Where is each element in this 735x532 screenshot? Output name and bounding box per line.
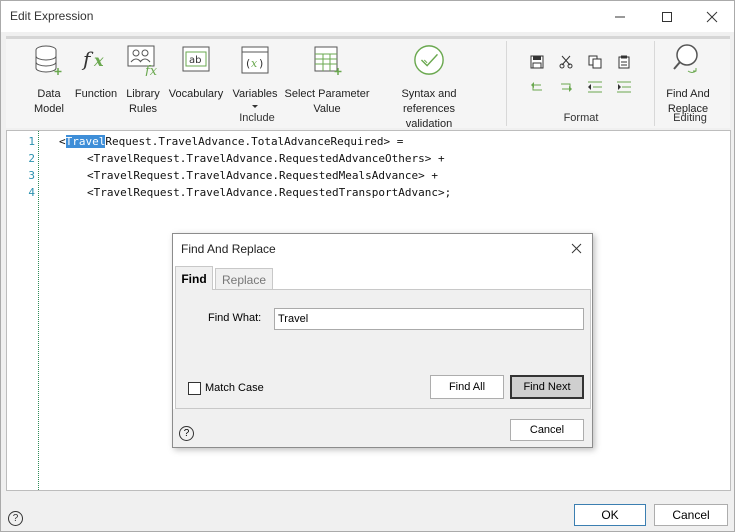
close-icon bbox=[706, 11, 717, 22]
ok-button[interactable]: OK bbox=[574, 504, 646, 526]
editing-group-label: Editing bbox=[673, 112, 707, 124]
include-group: Data Model f x Function fx Library Rules… bbox=[6, 39, 503, 130]
code-text: Request.TravelAdvance.TotalAdvanceRequir… bbox=[105, 135, 404, 148]
find-what-input[interactable] bbox=[274, 308, 584, 330]
editing-group: Find And Replace Editing bbox=[655, 39, 727, 128]
code-line: <TravelRequest.TravelAdvance.TotalAdvanc… bbox=[59, 135, 403, 148]
data-model-button[interactable]: Data Model bbox=[31, 43, 67, 117]
find-all-button[interactable]: Find All bbox=[430, 375, 504, 399]
dropdown-arrow-icon bbox=[252, 105, 258, 108]
format-group: Format bbox=[507, 39, 653, 128]
match-case-label: Match Case bbox=[205, 382, 264, 394]
redo-icon[interactable] bbox=[556, 78, 576, 96]
syntax-validation-button[interactable]: Syntax and references validation bbox=[374, 43, 484, 132]
library-rules-label: Library Rules bbox=[126, 88, 160, 115]
checkmark-circle-icon bbox=[413, 43, 445, 77]
syntax-validation-label: Syntax and references validation bbox=[401, 88, 457, 130]
close-button[interactable] bbox=[689, 1, 734, 32]
help-icon[interactable]: ? bbox=[179, 426, 194, 441]
tab-find[interactable]: Find bbox=[175, 266, 213, 290]
code-line: <TravelRequest.TravelAdvance.RequestedTr… bbox=[87, 186, 452, 199]
magnifier-icon bbox=[672, 43, 704, 77]
ribbon-toolbar: Data Model f x Function fx Library Rules… bbox=[6, 36, 730, 130]
minimize-button[interactable] bbox=[597, 1, 642, 32]
search-highlight: Travel bbox=[65, 135, 106, 148]
include-group-label: Include bbox=[239, 112, 275, 124]
line-number: 2 bbox=[28, 152, 35, 165]
copy-icon[interactable] bbox=[585, 53, 605, 71]
parameter-grid-icon bbox=[311, 43, 343, 77]
line-number: 3 bbox=[28, 169, 35, 182]
svg-text:x: x bbox=[251, 57, 258, 70]
line-number: 4 bbox=[28, 186, 35, 199]
undo-icon[interactable] bbox=[527, 78, 547, 96]
edit-expression-window: Edit Expression Data Model f x Function … bbox=[0, 0, 735, 532]
help-icon[interactable]: ? bbox=[8, 511, 23, 526]
minimize-icon bbox=[614, 16, 625, 17]
format-group-label: Format bbox=[563, 112, 599, 124]
find-next-button[interactable]: Find Next bbox=[510, 375, 584, 399]
code-text: < bbox=[59, 135, 66, 148]
variables-label: Variables bbox=[232, 88, 278, 100]
code-line: <TravelRequest.TravelAdvance.RequestedMe… bbox=[87, 169, 438, 182]
svg-text:): ) bbox=[259, 57, 263, 70]
svg-text:fx: fx bbox=[144, 64, 158, 76]
close-icon bbox=[571, 243, 581, 253]
variables-icon: ( x ) bbox=[239, 43, 271, 77]
find-and-replace-button[interactable]: Find And Replace bbox=[659, 43, 717, 117]
find-what-label: Find What: bbox=[208, 312, 262, 324]
variables-button[interactable]: ( x ) Variables bbox=[230, 43, 280, 110]
find-tab-panel: Find What: Match Case Find All Find Next bbox=[175, 289, 591, 409]
function-icon: f x bbox=[80, 43, 112, 77]
database-icon bbox=[33, 43, 65, 77]
tab-replace[interactable]: Replace bbox=[215, 268, 273, 290]
indent-icon[interactable] bbox=[614, 78, 634, 96]
dialog-cancel-button[interactable]: Cancel bbox=[510, 419, 584, 441]
title-bar: Edit Expression bbox=[1, 1, 734, 32]
function-button[interactable]: f x Function bbox=[72, 43, 120, 102]
svg-text:(: ( bbox=[246, 57, 250, 70]
cut-icon[interactable] bbox=[556, 53, 576, 71]
paste-icon[interactable] bbox=[614, 53, 634, 71]
gutter-separator bbox=[38, 131, 39, 490]
line-number: 1 bbox=[28, 135, 35, 148]
find-and-replace-dialog: Find And Replace Replace Find What: Matc… bbox=[172, 233, 593, 448]
data-model-label: Data Model bbox=[34, 88, 64, 115]
dialog-title: Find And Replace bbox=[181, 242, 276, 256]
select-parameter-value-label: Select Parameter Value bbox=[284, 88, 370, 115]
vocabulary-label: Vocabulary bbox=[168, 88, 224, 100]
outdent-icon[interactable] bbox=[585, 78, 605, 96]
window-title: Edit Expression bbox=[10, 9, 94, 23]
vocabulary-button[interactable]: ab Vocabulary bbox=[166, 43, 226, 102]
library-rules-icon: fx bbox=[127, 43, 159, 77]
svg-text:f: f bbox=[81, 47, 94, 71]
library-rules-button[interactable]: fx Library Rules bbox=[123, 43, 163, 117]
select-parameter-value-button[interactable]: Select Parameter Value bbox=[283, 43, 371, 117]
dialog-close-button[interactable] bbox=[566, 238, 586, 258]
code-line: <TravelRequest.TravelAdvance.RequestedAd… bbox=[87, 152, 445, 165]
match-case-checkbox[interactable] bbox=[188, 382, 201, 395]
maximize-button[interactable] bbox=[644, 1, 689, 32]
svg-text:ab: ab bbox=[189, 55, 201, 66]
svg-text:x: x bbox=[93, 51, 104, 70]
save-icon[interactable] bbox=[527, 53, 547, 71]
cancel-button[interactable]: Cancel bbox=[654, 504, 728, 526]
function-label: Function bbox=[74, 88, 118, 100]
dialog-footer: ? Cancel bbox=[173, 409, 592, 447]
maximize-icon bbox=[661, 11, 672, 22]
vocabulary-icon: ab bbox=[180, 43, 212, 77]
